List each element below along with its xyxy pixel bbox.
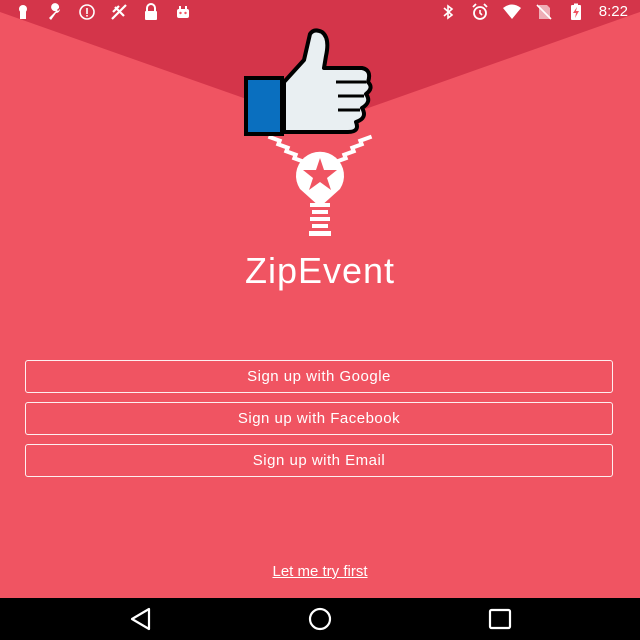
- wrench-icon: [49, 3, 60, 21]
- zipper-teeth-right: [333, 134, 373, 165]
- debug-icon: [111, 4, 127, 20]
- navigation-bar: [0, 598, 640, 640]
- keyhole-icon: [19, 5, 27, 19]
- signup-email-button[interactable]: Sign up with Email: [25, 444, 613, 477]
- app-logo-text: ZipEvent: [244, 250, 396, 291]
- clock: 8:22: [598, 3, 628, 20]
- signup-google-button[interactable]: Sign up with Google: [25, 360, 613, 393]
- signup-facebook-button[interactable]: Sign up with Facebook: [25, 402, 613, 435]
- home-icon[interactable]: [306, 606, 334, 632]
- bluetooth-icon: [443, 4, 454, 20]
- wifi-icon: [502, 4, 521, 19]
- try-first-link[interactable]: Let me try first: [0, 563, 640, 580]
- signup-screen: 8:22 ZipEvent Sign up with Google Sign u…: [0, 0, 640, 640]
- back-icon[interactable]: [127, 606, 155, 632]
- no-sim-icon: [536, 4, 552, 20]
- android-icon: [177, 6, 189, 18]
- thumbs-up-icon: [244, 28, 373, 136]
- battery-charging-icon: [570, 3, 581, 20]
- info-icon: [79, 4, 95, 20]
- zipper-pull-icon: [296, 151, 345, 236]
- recents-icon[interactable]: [486, 606, 514, 632]
- status-bar: 8:22: [0, 0, 640, 24]
- lock-icon: [145, 3, 157, 20]
- zipper-teeth-left: [267, 134, 307, 165]
- alarm-icon: [472, 3, 488, 20]
